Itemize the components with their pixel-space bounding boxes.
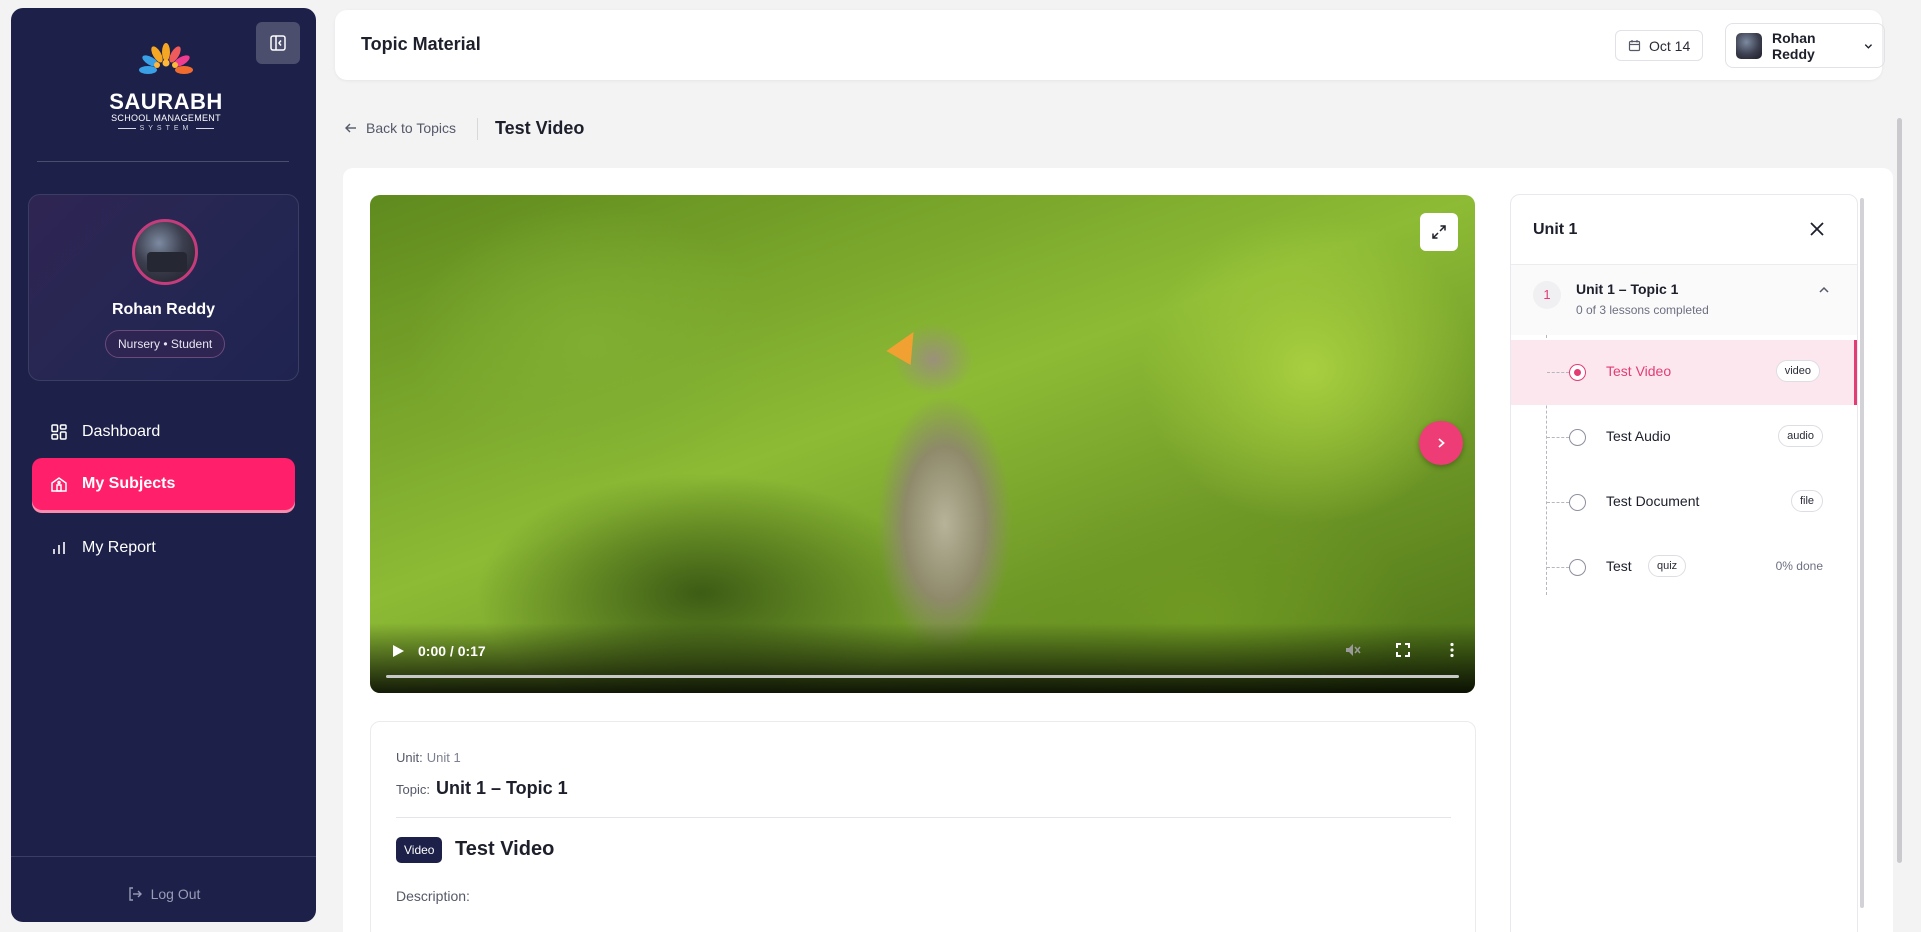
topic-value: Unit 1 – Topic 1 <box>435 778 568 798</box>
lesson-type-tag: quiz <box>1648 555 1687 577</box>
info-topic: Topic: Unit 1 – Topic 1 <box>396 778 568 799</box>
lesson-item-test-audio[interactable]: Test Audio audio <box>1511 405 1857 470</box>
topic-number: 1 <box>1533 281 1561 309</box>
more-options-icon[interactable] <box>1443 641 1461 659</box>
user-menu[interactable]: Rohan Reddy <box>1725 23 1885 68</box>
panel-title: Unit 1 <box>1533 221 1578 238</box>
lesson-info-card: Unit: Unit 1 Topic: Unit 1 – Topic 1 Vide… <box>370 721 1476 932</box>
profile-avatar <box>132 219 198 285</box>
logout-label: Log Out <box>150 886 201 902</box>
user-avatar <box>1736 32 1762 59</box>
description-label: Description: <box>396 888 470 904</box>
dashboard-grid-icon <box>51 424 67 440</box>
nav-item-dashboard[interactable]: Dashboard <box>32 406 295 458</box>
profile-role-badge: Nursery • Student <box>105 330 226 358</box>
expand-icon <box>1432 225 1446 239</box>
brand-subtitle: SCHOOL MANAGEMENT <box>111 113 221 123</box>
lesson-item-test-quiz[interactable]: Test quiz 0% done <box>1511 535 1857 600</box>
lesson-type-tag: file <box>1790 490 1823 512</box>
tree-branch <box>1547 372 1569 373</box>
nav-item-label: My Subjects <box>82 475 176 492</box>
lesson-status-radio <box>1569 559 1586 576</box>
panel-scrollbar[interactable] <box>1860 198 1864 908</box>
brand-logo: SAURABH SCHOOL MANAGEMENT SYSTEM <box>106 40 226 133</box>
page-title: Topic Material <box>361 34 481 54</box>
info-unit: Unit: Unit 1 <box>396 750 461 765</box>
unit-label: Unit: <box>396 750 423 765</box>
topic-progress-text: 0 of 3 lessons completed <box>1576 303 1709 317</box>
panel-header: Unit 1 <box>1511 195 1857 265</box>
lesson-panel: Unit 1 1 Unit 1 – Topic 1 0 of 3 lessons… <box>1510 194 1858 932</box>
breadcrumb-separator <box>477 118 478 140</box>
chevron-up-icon <box>1819 286 1829 293</box>
chevron-right-icon <box>1438 438 1445 448</box>
brand-tagline: SYSTEM <box>106 124 226 133</box>
user-name: Rohan Reddy <box>1772 29 1816 62</box>
video-controls: 0:00 / 0:17 <box>370 623 1475 693</box>
page-scrollbar[interactable] <box>1897 118 1902 863</box>
logout-icon <box>128 887 142 901</box>
lesson-type-tag: video <box>1775 360 1820 382</box>
play-icon[interactable] <box>390 643 406 659</box>
topic-accordion-header[interactable]: 1 Unit 1 – Topic 1 0 of 3 lessons comple… <box>1511 265 1857 335</box>
bar-chart-icon <box>53 542 65 554</box>
tree-branch <box>1547 567 1569 568</box>
breadcrumb-current: Test Video <box>495 118 585 138</box>
lesson-name: Test Document <box>1606 493 1700 509</box>
unit-value: Unit 1 <box>426 750 461 765</box>
back-to-topics-link[interactable]: Back to Topics <box>344 120 456 136</box>
lesson-item-test-video[interactable]: Test Video video <box>1511 340 1857 405</box>
nav-item-my-report[interactable]: My Report <box>32 522 295 574</box>
close-icon[interactable] <box>1808 220 1826 238</box>
topic-label: Topic: <box>396 782 430 797</box>
tree-branch <box>1547 502 1569 503</box>
arrow-left-icon <box>345 123 356 133</box>
logo-emblem-icon <box>139 43 193 74</box>
lesson-name: Test Video <box>1606 363 1672 379</box>
logout-button[interactable]: Log Out <box>11 886 316 902</box>
lesson-name: Test Audio <box>1606 428 1671 444</box>
nav-item-label: Dashboard <box>82 423 161 440</box>
topic-name: Unit 1 – Topic 1 <box>1576 281 1679 297</box>
video-progress-bar[interactable] <box>386 675 1459 678</box>
nav-item-my-subjects[interactable]: My Subjects <box>32 458 295 510</box>
subjects-icon <box>51 477 67 492</box>
date-chip: Oct 14 <box>1615 30 1704 61</box>
info-divider <box>396 817 1451 818</box>
top-header: Topic Material Oct 14 Rohan Reddy <box>335 10 1885 80</box>
nav-item-label: My Report <box>82 539 156 556</box>
tree-branch <box>1547 437 1569 438</box>
sidebar-divider <box>37 161 289 162</box>
current-date: Oct 14 <box>1649 37 1691 54</box>
lesson-name: Test <box>1606 558 1632 574</box>
lesson-item-test-document[interactable]: Test Document file <box>1511 470 1857 535</box>
lesson-title: Test Video <box>455 838 555 860</box>
lesson-status-radio <box>1569 494 1586 511</box>
video-time: 0:00 / 0:17 <box>418 643 486 659</box>
brand-name: SAURABH <box>109 89 223 114</box>
lesson-status-radio <box>1569 364 1586 381</box>
profile-name: Rohan Reddy <box>111 301 216 318</box>
fullscreen-icon[interactable] <box>1394 641 1412 659</box>
lesson-type-badge: Video <box>396 837 443 863</box>
volume-muted-icon[interactable] <box>1344 641 1362 659</box>
back-label: Back to Topics <box>366 120 457 136</box>
lesson-status-radio <box>1569 429 1586 446</box>
sidebar: SAURABH SCHOOL MANAGEMENT SYSTEM Rohan R… <box>11 8 316 922</box>
next-lesson-button[interactable] <box>1419 421 1463 465</box>
calendar-icon <box>1628 40 1641 52</box>
profile-card: Rohan Reddy Nursery • Student <box>28 194 299 381</box>
expand-video-button[interactable] <box>1420 213 1458 251</box>
collapse-sidebar-icon <box>270 35 286 51</box>
chevron-down-icon <box>1864 43 1873 49</box>
sidebar-bottom-divider <box>11 856 316 857</box>
lesson-done-percent: 0% done <box>1775 559 1823 573</box>
video-player[interactable]: 0:00 / 0:17 <box>370 195 1475 693</box>
sidebar-collapse-button[interactable] <box>256 22 300 64</box>
lesson-type-tag: audio <box>1778 425 1823 447</box>
